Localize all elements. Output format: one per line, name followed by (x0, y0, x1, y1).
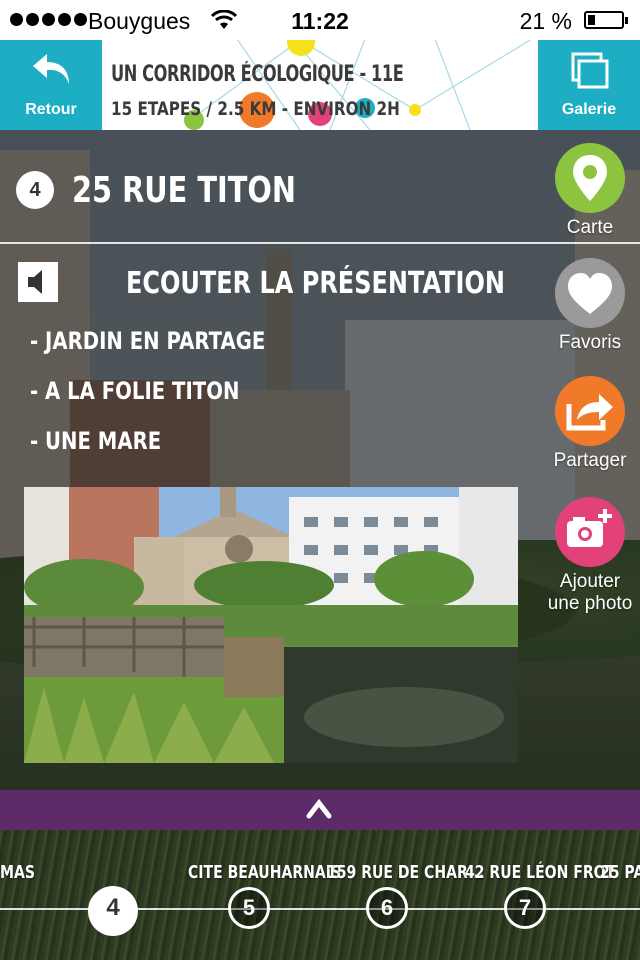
favorite-label: Favoris (558, 332, 622, 353)
gallery-icon (571, 52, 609, 89)
expand-panel-bar[interactable] (0, 790, 640, 830)
header: Retour UN CORRIDOR ÉCOLOGIQUE - 11E 15 E… (0, 40, 640, 130)
back-arrow-icon (33, 54, 69, 84)
tour-subtitle: 15 ETAPES / 2.5 KM - ENVIRON 2H (111, 98, 400, 120)
speaker-icon (28, 270, 42, 294)
back-button[interactable]: Retour (0, 40, 102, 130)
heart-icon (555, 258, 625, 328)
status-bar: Bouygues 11:22 21 % (0, 0, 640, 40)
timeline-node[interactable]: 6 (366, 887, 408, 929)
gallery-label: Galerie (561, 101, 617, 118)
audio-presentation-label[interactable]: ECOUTER LA PRÉSENTATION (126, 266, 505, 301)
step-photo[interactable] (24, 487, 518, 763)
timeline-node-current[interactable]: 4 (88, 886, 138, 936)
tour-title: UN CORRIDOR ÉCOLOGIQUE - 11E (111, 62, 404, 87)
map-pin-icon (555, 143, 625, 213)
map-label: Carte (566, 217, 614, 238)
add-photo-action[interactable]: Ajouter une photo (540, 497, 640, 615)
map-action[interactable]: Carte (540, 143, 640, 239)
chevron-up-icon (306, 798, 332, 819)
step-timeline: MAS CITE BEAUHARNAIS 159 RUE DE CHAR... … (0, 830, 640, 960)
step-number-badge: 4 (16, 171, 54, 209)
timeline-label[interactable]: CITE BEAUHARNAIS (188, 862, 341, 883)
favorite-action[interactable]: Favoris (540, 258, 640, 354)
share-label: Partager (553, 450, 627, 471)
highlight-item: - UNE MARE (30, 427, 162, 455)
garden-pond-image (24, 487, 518, 763)
audio-play-button[interactable] (18, 262, 58, 302)
divider (0, 242, 640, 244)
battery-percent: 21 % (519, 8, 572, 34)
timeline-node[interactable]: 7 (504, 887, 546, 929)
gallery-button[interactable]: Galerie (538, 40, 640, 130)
share-action[interactable]: Partager (540, 376, 640, 472)
step-title: 25 RUE TITON (72, 170, 296, 211)
step-highlights: - JARDIN EN PARTAGE - A LA FOLIE TITON -… (30, 326, 317, 476)
timeline-label[interactable]: 25 PAS (600, 862, 640, 883)
add-photo-label-line1: Ajouter (559, 571, 621, 592)
highlight-item: - JARDIN EN PARTAGE (30, 327, 266, 355)
battery-icon (584, 11, 628, 29)
timeline-label[interactable]: MAS (0, 862, 35, 883)
camera-add-icon (555, 497, 625, 567)
add-photo-label-line2: une photo (547, 593, 633, 614)
timeline-node[interactable]: 5 (228, 887, 270, 929)
timeline-label[interactable]: 159 RUE DE CHAR... (327, 862, 484, 883)
back-label: Retour (25, 101, 77, 118)
add-photo-label: Ajouter une photo (540, 571, 640, 615)
share-icon (555, 376, 625, 446)
highlight-item: - A LA FOLIE TITON (30, 377, 240, 405)
timeline-label[interactable]: 42 RUE LÉON FROT (465, 862, 615, 883)
